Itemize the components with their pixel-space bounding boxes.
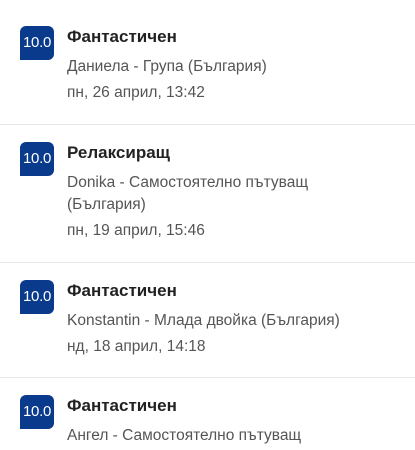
review-list: 10.0 Фантастичен Даниела - Група (Българ… bbox=[0, 0, 415, 450]
divider bbox=[0, 262, 415, 263]
divider bbox=[0, 124, 415, 125]
reviewer-info-continued: (България) bbox=[67, 196, 146, 213]
score-badge: 10.0 bbox=[20, 26, 54, 60]
review-date: нд, 18 април, 14:18 bbox=[67, 338, 206, 355]
review-item[interactable]: 10.0 Фантастичен Ангел - Самостоятелно п… bbox=[0, 395, 415, 450]
score-badge: 10.0 bbox=[20, 280, 54, 314]
reviewer-info: Konstantin - Млада двойка (България) bbox=[67, 312, 340, 329]
review-item[interactable]: 10.0 Фантастичен Даниела - Група (Българ… bbox=[0, 26, 415, 106]
reviewer-info: Даниела - Група (България) bbox=[67, 58, 267, 75]
review-title: Релаксиращ bbox=[67, 143, 170, 162]
review-item[interactable]: 10.0 Фантастичен Konstantin - Млада двой… bbox=[0, 280, 415, 360]
review-title: Фантастичен bbox=[67, 281, 177, 300]
review-date: пн, 19 април, 15:46 bbox=[67, 222, 205, 239]
review-title: Фантастичен bbox=[67, 27, 177, 46]
review-title: Фантастичен bbox=[67, 396, 177, 415]
reviewer-info: Donika - Самостоятелно пътуващ bbox=[67, 174, 309, 191]
review-item[interactable]: 10.0 Релаксиращ Donika - Самостоятелно п… bbox=[0, 142, 415, 242]
review-date: пн, 26 април, 13:42 bbox=[67, 84, 205, 101]
score-badge: 10.0 bbox=[20, 395, 54, 429]
divider bbox=[0, 377, 415, 378]
score-badge: 10.0 bbox=[20, 142, 54, 176]
reviewer-info: Ангел - Самостоятелно пътуващ bbox=[67, 427, 302, 444]
